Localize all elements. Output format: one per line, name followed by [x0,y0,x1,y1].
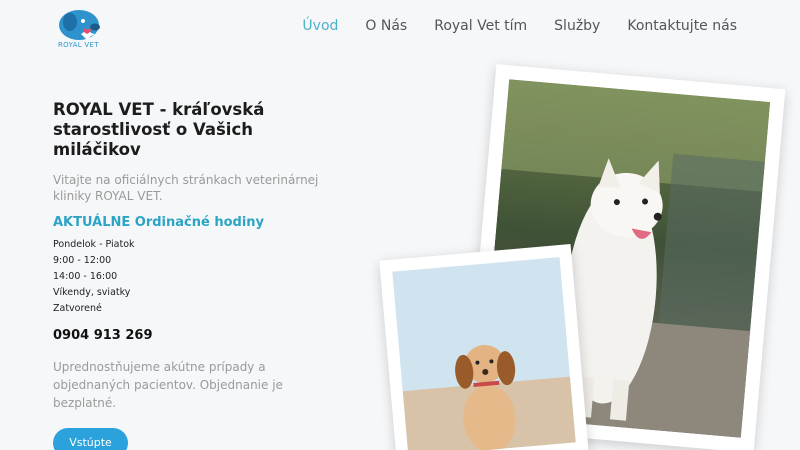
enter-button[interactable]: Vstúpte [53,428,128,450]
nav-item-o-nas[interactable]: O Nás [365,18,407,34]
nav-item-kontaktujte-nas[interactable]: Kontaktujte nás [627,18,737,34]
logo-text: ROYAL VET [58,41,99,49]
phone-number[interactable]: 0904 913 269 [53,328,343,343]
puppy-photo [379,244,589,450]
hours-heading: AKTUÁLNE Ordinačné hodiny [53,215,265,230]
hours-line: 9:00 - 12:00 [53,255,112,266]
nav-item-uvod[interactable]: Úvod [302,18,338,34]
intro-text: Vitajte na oficiálnych stránkach veterin… [53,173,319,203]
opening-hours: Pondelok - Piatok 9:00 - 12:00 14:00 - 1… [53,237,343,317]
hours-line: Pondelok - Piatok [53,239,135,250]
nav-item-royal-vet-tim[interactable]: Royal Vet tím [434,18,527,34]
page-title: ROYAL VET - kráľovská starostlivosť o Va… [53,100,265,159]
hours-line: Zatvorené [53,303,102,314]
main-nav: Úvod O Nás Royal Vet tím Služby Kontaktu… [302,18,737,34]
nav-item-sluzby[interactable]: Služby [554,18,600,34]
hours-line: Víkendy, sviatky [53,287,131,298]
appointment-note: Uprednostňujeme akútne prípady a objedna… [53,360,283,410]
hero-section: ROYAL VET - kráľovská starostlivosť o Va… [53,100,343,450]
hours-line: 14:00 - 16:00 [53,271,118,282]
